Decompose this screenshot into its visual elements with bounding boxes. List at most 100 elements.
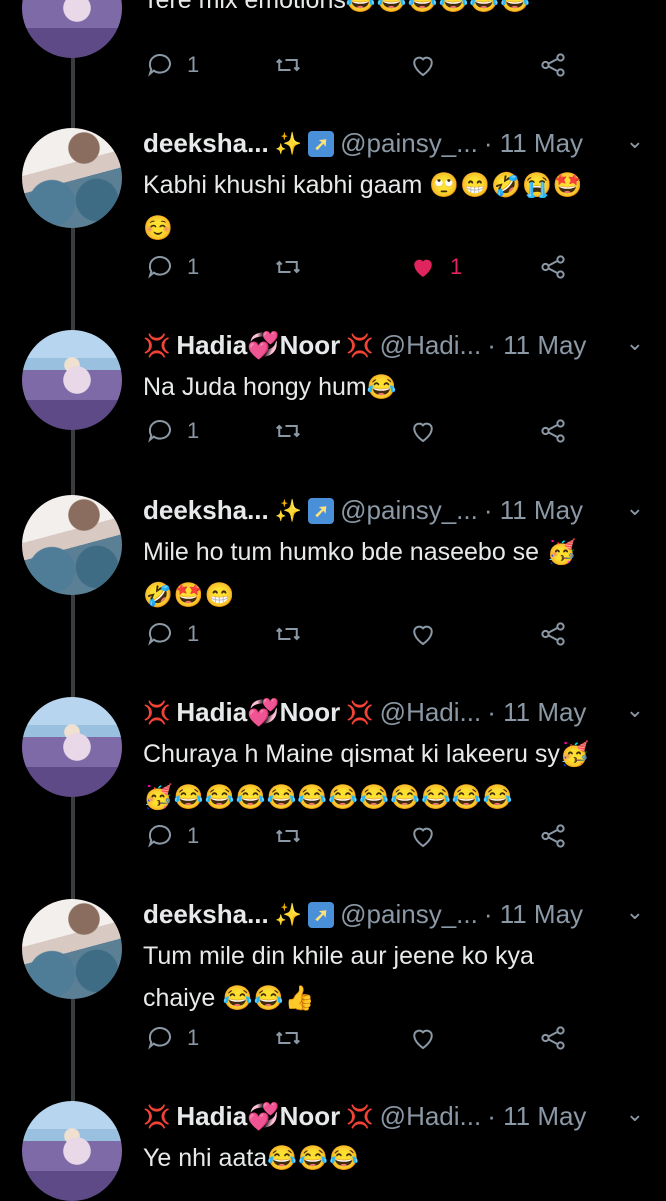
share-button[interactable] — [538, 821, 568, 851]
reply-button[interactable]: 1 — [145, 821, 199, 851]
anger-icon: 💢 — [346, 699, 374, 725]
heart-icon — [414, 259, 432, 277]
retweet-button[interactable] — [273, 821, 303, 851]
tweet-actions: 1 — [143, 821, 643, 861]
avatar[interactable] — [22, 128, 122, 228]
avatar[interactable] — [22, 899, 122, 999]
reply-icon — [148, 256, 171, 279]
anger-icon: 💢 — [143, 332, 171, 358]
chevron-down-icon[interactable]: ⌄ — [626, 697, 644, 723]
reply-count: 1 — [187, 52, 200, 77]
heart-icon — [413, 1029, 433, 1050]
reply-button[interactable]: 1 — [145, 50, 199, 80]
like-button[interactable] — [408, 619, 438, 649]
share-button[interactable] — [538, 416, 568, 446]
reply-icon — [148, 54, 171, 77]
anger-icon: 💢 — [143, 1103, 171, 1129]
retweet-button[interactable] — [273, 50, 303, 80]
chevron-down-icon[interactable]: ⌄ — [626, 128, 644, 154]
tweet-text: Kabhi khushi kabhi gaam 🙄😁🤣😭🤩 ☺️ — [143, 171, 584, 242]
display-name[interactable]: Hadia💞Noor — [176, 330, 340, 361]
share-button[interactable] — [538, 1023, 568, 1053]
reply-button[interactable]: 1 — [145, 252, 199, 282]
user-handle[interactable]: @Hadi... — [380, 697, 482, 728]
reply-count: 1 — [187, 254, 200, 279]
tweet-actions: 1 1 — [143, 252, 643, 292]
chevron-down-icon[interactable]: ⌄ — [626, 899, 644, 925]
user-handle[interactable]: @painsy_... — [340, 128, 478, 159]
retweet-button[interactable] — [273, 619, 303, 649]
rocket-icon: ➚ — [308, 130, 335, 157]
share-icon — [541, 622, 565, 646]
retweet-icon — [276, 260, 300, 274]
tweet-date[interactable]: · 11 May — [487, 330, 586, 361]
reply-button[interactable]: 1 — [145, 1023, 199, 1053]
tweet-header: deeksha... ✨ ➚ @painsy_... · 11 May — [143, 495, 583, 526]
rocket-icon: ➚ — [308, 497, 335, 524]
retweet-icon — [276, 424, 300, 438]
user-handle[interactable]: @painsy_... — [340, 495, 478, 526]
retweet-button[interactable] — [273, 1023, 303, 1053]
heart-icon — [413, 625, 433, 646]
avatar[interactable] — [22, 697, 122, 797]
share-icon — [541, 53, 565, 77]
chevron-down-icon[interactable]: ⌄ — [626, 330, 644, 356]
avatar[interactable] — [22, 1101, 122, 1201]
sparkle-icon: ✨ — [274, 901, 303, 927]
sparkle-icon: ✨ — [274, 130, 303, 156]
tweet-text: Churaya h Maine qismat ki lakeeru sy🥳 🥳😂… — [143, 740, 591, 811]
user-handle[interactable]: @painsy_... — [340, 899, 478, 930]
chevron-down-icon[interactable]: ⌄ — [626, 1101, 644, 1127]
share-button[interactable] — [538, 252, 568, 282]
display-name[interactable]: deeksha... — [143, 495, 269, 526]
tweet-actions: 1 — [143, 416, 643, 456]
user-handle[interactable]: @Hadi... — [380, 1101, 482, 1132]
like-button[interactable] — [408, 1023, 438, 1053]
reply-icon — [148, 825, 171, 848]
like-button[interactable] — [408, 821, 438, 851]
tweet-text: Tum mile din khile aur jeene ko kya chai… — [143, 942, 534, 1012]
heart-icon — [413, 827, 433, 848]
heart-icon: 💞 — [247, 697, 280, 727]
avatar[interactable] — [22, 0, 122, 58]
like-button[interactable] — [408, 416, 438, 446]
tweet-actions: 1 — [143, 1023, 643, 1063]
reply-button[interactable]: 1 — [145, 416, 199, 446]
reply-icon — [148, 420, 171, 443]
reply-icon — [148, 1027, 171, 1050]
display-name[interactable]: Hadia💞Noor — [176, 1101, 340, 1132]
like-button[interactable] — [408, 50, 438, 80]
display-name[interactable]: Hadia💞Noor — [176, 697, 340, 728]
tweet-text: Mile ho tum humko bde naseebo se 🥳 🤣🤩😁 — [143, 538, 578, 609]
retweet-icon — [276, 829, 300, 843]
avatar[interactable] — [22, 495, 122, 595]
retweet-icon — [276, 627, 300, 641]
heart-icon: 💞 — [247, 1101, 280, 1131]
chevron-down-icon[interactable]: ⌄ — [626, 495, 644, 521]
share-icon — [541, 255, 565, 279]
tweet-text: Tere mix emotions😂😂😂😂😂😂 — [143, 0, 532, 14]
tweet-header: 💢 Hadia💞Noor 💢 @Hadi... · 11 May — [143, 697, 586, 728]
like-button[interactable]: 1 — [408, 252, 462, 282]
rocket-icon: ➚ — [308, 901, 335, 928]
tweet-date[interactable]: · 11 May — [487, 697, 586, 728]
user-handle[interactable]: @Hadi... — [380, 330, 482, 361]
tweet-date[interactable]: · 11 May — [484, 899, 583, 930]
display-name[interactable]: deeksha... — [143, 899, 269, 930]
tweet-date[interactable]: · 11 May — [484, 495, 583, 526]
reply-icon — [148, 623, 171, 646]
tweet-header: deeksha... ✨ ➚ @painsy_... · 11 May — [143, 128, 583, 159]
tweet-date[interactable]: · 11 May — [487, 1101, 586, 1132]
reply-count: 1 — [187, 418, 200, 443]
display-name[interactable]: deeksha... — [143, 128, 269, 159]
retweet-button[interactable] — [273, 252, 303, 282]
reply-count: 1 — [187, 1025, 200, 1050]
avatar[interactable] — [22, 330, 122, 430]
share-button[interactable] — [538, 50, 568, 80]
share-icon — [541, 1026, 565, 1050]
reply-button[interactable]: 1 — [145, 619, 199, 649]
share-button[interactable] — [538, 619, 568, 649]
retweet-button[interactable] — [273, 416, 303, 446]
anger-icon: 💢 — [346, 332, 374, 358]
tweet-date[interactable]: · 11 May — [484, 128, 583, 159]
